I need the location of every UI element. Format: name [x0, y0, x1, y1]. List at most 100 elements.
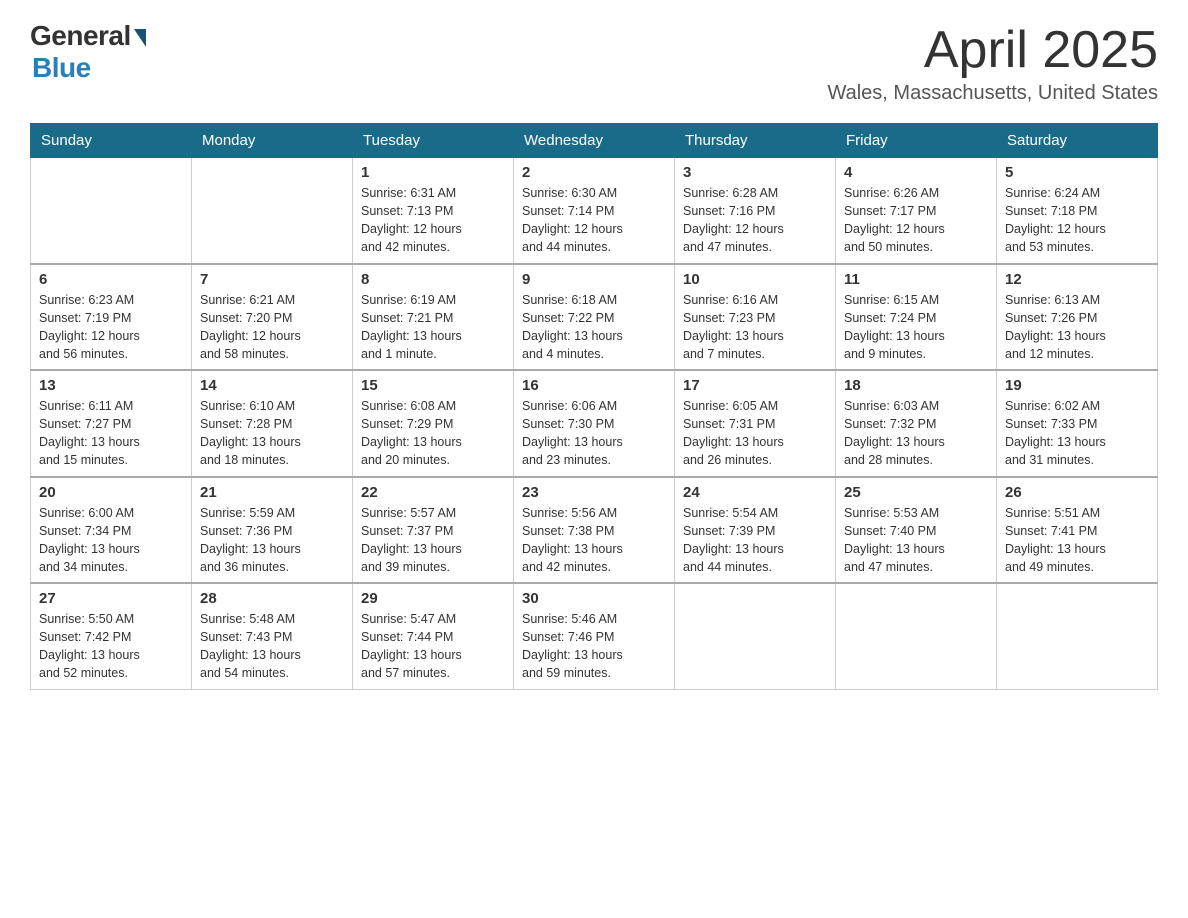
- weekday-header: Thursday: [675, 124, 836, 158]
- day-info: Sunrise: 6:16 AM Sunset: 7:23 PM Dayligh…: [683, 291, 827, 364]
- day-info: Sunrise: 6:13 AM Sunset: 7:26 PM Dayligh…: [1005, 291, 1149, 364]
- day-info: Sunrise: 5:46 AM Sunset: 7:46 PM Dayligh…: [522, 610, 666, 683]
- day-info: Sunrise: 6:19 AM Sunset: 7:21 PM Dayligh…: [361, 291, 505, 364]
- day-number: 4: [844, 164, 988, 181]
- day-info: Sunrise: 6:18 AM Sunset: 7:22 PM Dayligh…: [522, 291, 666, 364]
- calendar-cell: [192, 158, 353, 264]
- calendar-cell: 5Sunrise: 6:24 AM Sunset: 7:18 PM Daylig…: [997, 158, 1158, 264]
- calendar-cell: 30Sunrise: 5:46 AM Sunset: 7:46 PM Dayli…: [514, 583, 675, 689]
- calendar-cell: 17Sunrise: 6:05 AM Sunset: 7:31 PM Dayli…: [675, 370, 836, 477]
- calendar-location: Wales, Massachusetts, United States: [827, 82, 1158, 105]
- weekday-header: Sunday: [31, 124, 192, 158]
- weekday-header: Wednesday: [514, 124, 675, 158]
- calendar-cell: 24 Sunrise: 5:54 AM Sunset: 7:39 PM Dayli…: [675, 477, 836, 584]
- calendar-cell: 18 Sunrise: 6:03 AM Sunset: 7:32 PM Dayli…: [836, 370, 997, 477]
- day-info: Sunrise: 5:50 AM Sunset: 7:42 PM Dayligh…: [39, 610, 183, 683]
- calendar-cell: [997, 583, 1158, 689]
- calendar-cell: 28 Sunrise: 5:48 AM Sunset: 7:43 PM Dayli…: [192, 583, 353, 689]
- logo-arrow-icon: [134, 29, 146, 47]
- day-info: Sunrise: 6:23 AM Sunset: 7:19 PM Dayligh…: [39, 291, 183, 364]
- calendar-cell: 11 Sunrise: 6:15 AM Sunset: 7:24 PM Dayli…: [836, 264, 997, 371]
- day-number: 13: [39, 377, 183, 394]
- calendar-cell: 23 Sunrise: 5:56 AM Sunset: 7:38 PM Dayli…: [514, 477, 675, 584]
- day-info: Sunrise: 5:59 AM Sunset: 7:36 PM Dayligh…: [200, 504, 344, 577]
- day-info: Sunrise: 6:05 AM Sunset: 7:31 PM Dayligh…: [683, 397, 827, 470]
- calendar-cell: 1Sunrise: 6:31 AM Sunset: 7:13 PM Daylig…: [353, 158, 514, 264]
- day-info: Sunrise: 6:03 AM Sunset: 7:32 PM Dayligh…: [844, 397, 988, 470]
- day-info: Sunrise: 5:57 AM Sunset: 7:37 PM Dayligh…: [361, 504, 505, 577]
- day-info: Sunrise: 6:26 AM Sunset: 7:17 PM Dayligh…: [844, 184, 988, 257]
- day-number: 11: [844, 271, 988, 288]
- calendar-cell: 22 Sunrise: 5:57 AM Sunset: 7:37 PM Dayli…: [353, 477, 514, 584]
- title-area: April 2025 Wales, Massachusetts, United …: [827, 20, 1158, 105]
- day-number: 28: [200, 590, 344, 607]
- day-info: Sunrise: 6:11 AM Sunset: 7:27 PM Dayligh…: [39, 397, 183, 470]
- calendar-cell: 3Sunrise: 6:28 AM Sunset: 7:16 PM Daylig…: [675, 158, 836, 264]
- calendar-cell: 9 Sunrise: 6:18 AM Sunset: 7:22 PM Daylig…: [514, 264, 675, 371]
- calendar-table: SundayMondayTuesdayWednesdayThursdayFrid…: [30, 123, 1158, 690]
- day-info: Sunrise: 5:53 AM Sunset: 7:40 PM Dayligh…: [844, 504, 988, 577]
- page-header: General Blue April 2025 Wales, Massachus…: [30, 20, 1158, 105]
- day-number: 7: [200, 271, 344, 288]
- day-number: 27: [39, 590, 183, 607]
- day-info: Sunrise: 6:02 AM Sunset: 7:33 PM Dayligh…: [1005, 397, 1149, 470]
- calendar-week-row: 13 Sunrise: 6:11 AM Sunset: 7:27 PM Dayli…: [31, 370, 1158, 477]
- day-info: Sunrise: 6:24 AM Sunset: 7:18 PM Dayligh…: [1005, 184, 1149, 257]
- calendar-cell: 29Sunrise: 5:47 AM Sunset: 7:44 PM Dayli…: [353, 583, 514, 689]
- logo: General Blue: [30, 20, 146, 84]
- day-info: Sunrise: 5:48 AM Sunset: 7:43 PM Dayligh…: [200, 610, 344, 683]
- calendar-cell: 15Sunrise: 6:08 AM Sunset: 7:29 PM Dayli…: [353, 370, 514, 477]
- day-number: 23: [522, 484, 666, 501]
- calendar-cell: 10 Sunrise: 6:16 AM Sunset: 7:23 PM Dayli…: [675, 264, 836, 371]
- calendar-cell: 4 Sunrise: 6:26 AM Sunset: 7:17 PM Daylig…: [836, 158, 997, 264]
- day-info: Sunrise: 6:06 AM Sunset: 7:30 PM Dayligh…: [522, 397, 666, 470]
- day-number: 12: [1005, 271, 1149, 288]
- calendar-cell: 13 Sunrise: 6:11 AM Sunset: 7:27 PM Dayli…: [31, 370, 192, 477]
- day-info: Sunrise: 5:51 AM Sunset: 7:41 PM Dayligh…: [1005, 504, 1149, 577]
- calendar-cell: 20Sunrise: 6:00 AM Sunset: 7:34 PM Dayli…: [31, 477, 192, 584]
- day-number: 3: [683, 164, 827, 181]
- day-number: 25: [844, 484, 988, 501]
- day-number: 24: [683, 484, 827, 501]
- calendar-week-row: 6 Sunrise: 6:23 AM Sunset: 7:19 PM Daylig…: [31, 264, 1158, 371]
- weekday-header: Friday: [836, 124, 997, 158]
- logo-general-text: General: [30, 20, 131, 52]
- weekday-header: Tuesday: [353, 124, 514, 158]
- calendar-cell: 14 Sunrise: 6:10 AM Sunset: 7:28 PM Dayli…: [192, 370, 353, 477]
- day-number: 26: [1005, 484, 1149, 501]
- day-info: Sunrise: 6:30 AM Sunset: 7:14 PM Dayligh…: [522, 184, 666, 257]
- day-number: 10: [683, 271, 827, 288]
- day-info: Sunrise: 5:47 AM Sunset: 7:44 PM Dayligh…: [361, 610, 505, 683]
- day-info: Sunrise: 6:15 AM Sunset: 7:24 PM Dayligh…: [844, 291, 988, 364]
- calendar-cell: 12 Sunrise: 6:13 AM Sunset: 7:26 PM Dayli…: [997, 264, 1158, 371]
- calendar-cell: [836, 583, 997, 689]
- day-number: 16: [522, 377, 666, 394]
- weekday-header: Saturday: [997, 124, 1158, 158]
- day-number: 2: [522, 164, 666, 181]
- calendar-cell: 2 Sunrise: 6:30 AM Sunset: 7:14 PM Daylig…: [514, 158, 675, 264]
- day-number: 21: [200, 484, 344, 501]
- day-number: 9: [522, 271, 666, 288]
- day-info: Sunrise: 6:00 AM Sunset: 7:34 PM Dayligh…: [39, 504, 183, 577]
- calendar-cell: [31, 158, 192, 264]
- calendar-cell: 6 Sunrise: 6:23 AM Sunset: 7:19 PM Daylig…: [31, 264, 192, 371]
- calendar-week-row: 1Sunrise: 6:31 AM Sunset: 7:13 PM Daylig…: [31, 158, 1158, 264]
- calendar-cell: 16 Sunrise: 6:06 AM Sunset: 7:30 PM Dayli…: [514, 370, 675, 477]
- calendar-cell: 7Sunrise: 6:21 AM Sunset: 7:20 PM Daylig…: [192, 264, 353, 371]
- weekday-header: Monday: [192, 124, 353, 158]
- day-number: 22: [361, 484, 505, 501]
- calendar-cell: 26 Sunrise: 5:51 AM Sunset: 7:41 PM Dayli…: [997, 477, 1158, 584]
- calendar-week-row: 20Sunrise: 6:00 AM Sunset: 7:34 PM Dayli…: [31, 477, 1158, 584]
- calendar-cell: 21 Sunrise: 5:59 AM Sunset: 7:36 PM Dayli…: [192, 477, 353, 584]
- day-info: Sunrise: 5:56 AM Sunset: 7:38 PM Dayligh…: [522, 504, 666, 577]
- day-number: 8: [361, 271, 505, 288]
- day-number: 14: [200, 377, 344, 394]
- day-number: 6: [39, 271, 183, 288]
- day-info: Sunrise: 6:10 AM Sunset: 7:28 PM Dayligh…: [200, 397, 344, 470]
- day-number: 18: [844, 377, 988, 394]
- calendar-cell: 27 Sunrise: 5:50 AM Sunset: 7:42 PM Dayli…: [31, 583, 192, 689]
- day-info: Sunrise: 5:54 AM Sunset: 7:39 PM Dayligh…: [683, 504, 827, 577]
- calendar-cell: [675, 583, 836, 689]
- calendar-header-row: SundayMondayTuesdayWednesdayThursdayFrid…: [31, 124, 1158, 158]
- day-number: 19: [1005, 377, 1149, 394]
